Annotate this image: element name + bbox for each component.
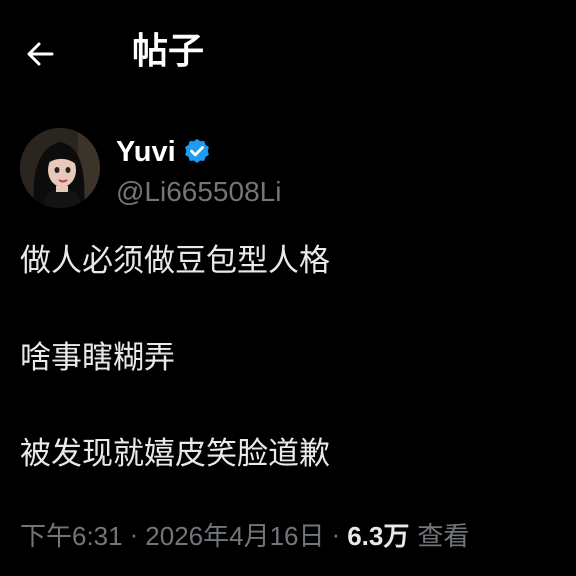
display-name-row: Yuvi xyxy=(116,132,214,172)
post-author: Yuvi @Li665508Li xyxy=(20,128,556,212)
post-text-line: 做人必须做豆包型人格 xyxy=(20,243,330,279)
back-button[interactable] xyxy=(20,34,60,74)
display-name[interactable]: Yuvi xyxy=(116,136,176,169)
meta-separator: · xyxy=(331,518,341,549)
views-count[interactable]: 6.3万 xyxy=(347,516,409,553)
views-label[interactable]: 查看 xyxy=(417,516,469,553)
post-text-line: 啥事瞎糊弄 xyxy=(20,340,175,376)
top-bar: 帖子 xyxy=(0,0,576,104)
post-time[interactable]: 下午6:31 xyxy=(20,516,123,553)
avatar[interactable] xyxy=(20,128,100,208)
meta-separator: · xyxy=(129,518,139,549)
post-date[interactable]: 2026年4月16日 xyxy=(145,516,324,553)
verified-badge-icon xyxy=(182,136,214,168)
post-text-line: 被发现就嬉皮笑脸道歉 xyxy=(20,436,330,472)
post-meta: 下午6:31 · 2026年4月16日 · 6.3万 查看 xyxy=(20,514,469,554)
user-handle[interactable]: @Li665508Li xyxy=(116,172,281,212)
arrow-left-icon xyxy=(27,42,54,66)
page-title: 帖子 xyxy=(132,31,205,72)
